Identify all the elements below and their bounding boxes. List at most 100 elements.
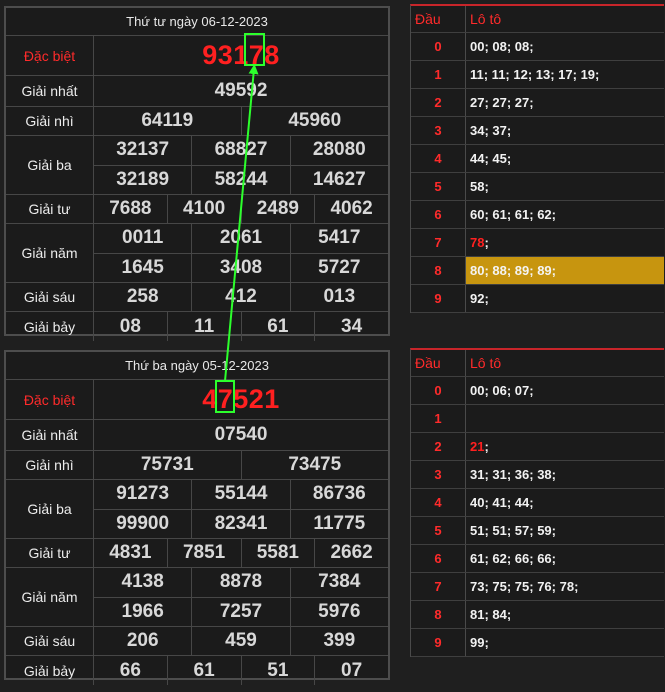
head-digit: 9: [411, 629, 466, 656]
prize-number: 399: [323, 630, 356, 651]
row-second: Giải nhì 64119 45960: [6, 107, 388, 136]
loto-values: 73; 75; 75; 76; 78;: [470, 579, 579, 594]
special-prize-number: 47521: [202, 384, 280, 414]
row-sixth: Giải sáu 206 459 399: [6, 627, 388, 656]
loto-row: 2 27; 27; 27;: [411, 89, 664, 117]
prize-number: 32137: [94, 136, 193, 165]
row-label: Giải năm: [6, 568, 94, 626]
row-first: Giải nhất 07540: [6, 420, 388, 451]
prize-number: 49592: [214, 80, 268, 101]
prize-number: 2489: [242, 195, 316, 223]
row-seventh: Giải bảy 08 11 61 34: [6, 312, 388, 341]
row-label: Giải nhì: [6, 451, 94, 479]
loto-values: 34; 37;: [470, 123, 512, 138]
prize-number: 34: [341, 315, 363, 337]
loto-values: 58;: [470, 179, 489, 194]
head-digit: 5: [411, 517, 466, 544]
prize-number: 459: [192, 627, 291, 655]
row-label: Giải sáu: [6, 283, 94, 311]
loto-values: 31; 31; 36; 38;: [470, 467, 556, 482]
prize-number: 013: [323, 286, 356, 307]
row-fifth: Giải năm 0011 2061 5417 1645 3408 5727: [6, 224, 388, 283]
prize-number: 5727: [318, 256, 361, 278]
prize-number: 4062: [330, 198, 373, 219]
loto-row: 0 00; 06; 07;: [411, 377, 664, 405]
row-fourth: Giải tư 7688 4100 2489 4062: [6, 195, 388, 224]
head-column-label: Đầu: [411, 6, 466, 32]
head-digit: 8: [411, 601, 466, 628]
row-label: Giải bảy: [6, 656, 94, 685]
head-digit: 4: [411, 145, 466, 172]
loto-row: 0 00; 08; 08;: [411, 33, 664, 61]
loto-values: ;: [484, 439, 489, 454]
prize-number: 08: [94, 312, 168, 341]
head-digit: 3: [411, 117, 466, 144]
loto-values: 60; 61; 61; 62;: [470, 207, 556, 222]
loto-row: 2 21;: [411, 433, 664, 461]
prize-number: 61: [168, 656, 242, 685]
loto-values: 40; 41; 44;: [470, 495, 534, 510]
prize-number: 412: [192, 283, 291, 311]
head-digit: 2: [411, 89, 466, 116]
loto-values: 80; 88; 89; 89;: [470, 263, 556, 278]
loto-table-1: Đầu Lô tô 0 00; 08; 08; 1 11; 11; 12; 13…: [410, 4, 664, 313]
prize-number: 1645: [94, 253, 193, 282]
row-label: Giải tư: [6, 195, 94, 223]
loto-row: 9 99;: [411, 629, 664, 657]
row-label: Giải sáu: [6, 627, 94, 655]
prize-number: 3408: [192, 253, 291, 282]
loto-values: 00; 08; 08;: [470, 39, 534, 54]
loto-values: 51; 51; 57; 59;: [470, 523, 556, 538]
row-third: Giải ba 91273 55144 86736 99900 82341 11…: [6, 480, 388, 539]
prize-number: 45960: [288, 110, 342, 131]
row-label: Giải năm: [6, 224, 94, 282]
loto-column-label: Lô tô: [470, 11, 502, 27]
prize-number: 58244: [192, 165, 291, 194]
prize-number: 73475: [288, 454, 342, 475]
loto-values: 99;: [470, 635, 489, 650]
prize-number: 75731: [94, 451, 242, 479]
loto-values: 92;: [470, 291, 489, 306]
loto-row: 6 60; 61; 61; 62;: [411, 201, 664, 229]
prize-number: 91273: [94, 480, 193, 509]
prize-number: 28080: [312, 139, 366, 161]
prize-number: 2662: [330, 542, 373, 563]
head-digit: 8: [411, 257, 466, 284]
head-digit: 4: [411, 489, 466, 516]
row-fifth: Giải năm 4138 8878 7384 1966 7257 5976: [6, 568, 388, 627]
loto-table-2: Đầu Lô tô 0 00; 06; 07; 1 2 21; 3 31; 31…: [410, 348, 664, 657]
loto-column-label: Lô tô: [470, 355, 502, 371]
loto-values: 44; 45;: [470, 151, 512, 166]
row-seventh: Giải bảy 66 61 51 07: [6, 656, 388, 685]
prize-number: 4831: [94, 539, 168, 567]
row-second: Giải nhì 75731 73475: [6, 451, 388, 480]
row-label: Giải bảy: [6, 312, 94, 341]
prize-number: 68827: [192, 136, 291, 165]
loto-row: 5 58;: [411, 173, 664, 201]
loto-row: 8 81; 84;: [411, 601, 664, 629]
row-first: Giải nhất 49592: [6, 76, 388, 107]
row-label: Giải ba: [6, 136, 94, 194]
loto-row: 3 34; 37;: [411, 117, 664, 145]
loto-header: Đầu Lô tô: [411, 6, 664, 33]
prize-number: 4100: [168, 195, 242, 223]
loto-row: 1 11; 11; 12; 13; 17; 19;: [411, 61, 664, 89]
prize-number: 1966: [94, 597, 193, 626]
row-label: Đặc biệt: [6, 36, 94, 75]
loto-row: 3 31; 31; 36; 38;: [411, 461, 664, 489]
prize-number: 55144: [192, 480, 291, 509]
row-sixth: Giải sáu 258 412 013: [6, 283, 388, 312]
loto-header: Đầu Lô tô: [411, 350, 664, 377]
prize-number: 7851: [168, 539, 242, 567]
prize-number: 5417: [318, 227, 361, 249]
prize-number: 07: [341, 659, 363, 681]
loto-values: 27; 27; 27;: [470, 95, 534, 110]
head-digit: 0: [411, 377, 466, 404]
prize-number: 7688: [94, 195, 168, 223]
prize-number: 51: [242, 656, 316, 685]
head-digit: 3: [411, 461, 466, 488]
prize-number: 11: [168, 312, 242, 341]
row-label: Giải nhất: [6, 420, 94, 450]
head-digit: 6: [411, 201, 466, 228]
prize-number: 8878: [192, 568, 291, 597]
